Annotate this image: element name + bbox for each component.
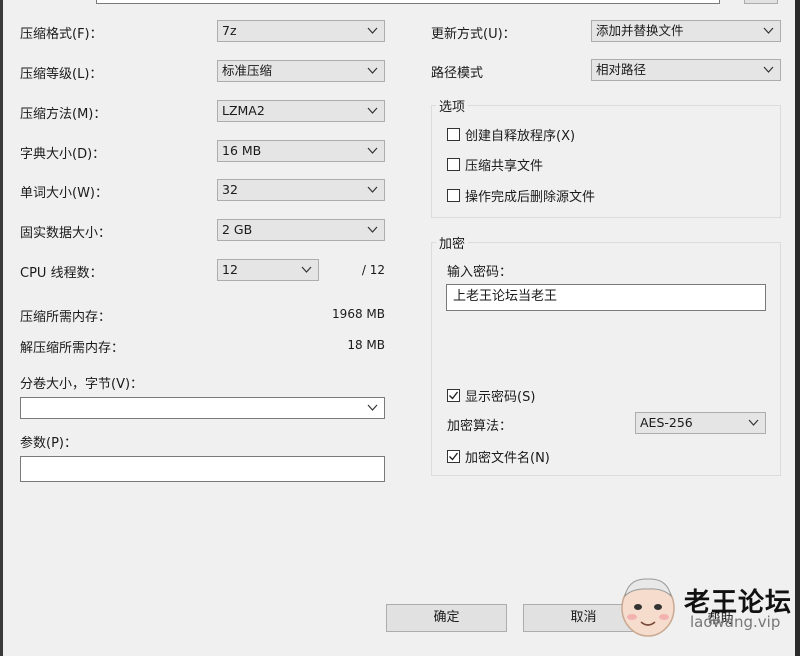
compression-memory-label: 压缩所需内存： — [20, 310, 112, 325]
window-edge — [795, 0, 800, 656]
volume-size-combobox[interactable] — [20, 397, 385, 419]
chevron-down-icon — [301, 266, 312, 273]
cpu-threads-max: / 12 — [361, 263, 385, 277]
chevron-down-icon — [763, 66, 774, 73]
compression-memory-value: 1968 MB — [332, 307, 385, 321]
decompression-memory-value: 18 MB — [347, 338, 385, 352]
password-label: 输入密码： — [447, 265, 513, 280]
update-mode-value: 添加并替换文件 — [596, 23, 684, 38]
word-size-select[interactable]: 32 — [217, 179, 385, 201]
checkbox-show-password-box[interactable] — [447, 389, 460, 402]
chevron-down-icon — [748, 419, 759, 426]
cpu-threads-value: 12 — [222, 262, 238, 277]
format-value: 7z — [222, 23, 237, 38]
watermark-url: laowang.vip — [690, 613, 781, 631]
checkbox-encrypt-names-box[interactable] — [447, 450, 460, 463]
path-mode-label: 路径模式 — [431, 66, 484, 81]
chevron-down-icon — [763, 27, 774, 34]
encryption-group-title: 加密 — [436, 233, 469, 252]
encrypt-names-checkbox[interactable]: 加密文件名(N) — [447, 447, 550, 466]
dictionary-select[interactable]: 16 MB — [217, 140, 385, 162]
delete-after-label: 操作完成后删除源文件 — [465, 190, 596, 205]
checkbox-sfx-box[interactable] — [447, 128, 460, 141]
encryption-method-label: 加密算法： — [447, 419, 513, 434]
watermark-avatar-icon — [615, 574, 681, 640]
parameters-label: 参数(P)： — [20, 436, 77, 451]
password-input[interactable]: 上老王论坛当老王 — [446, 284, 766, 311]
method-value: LZMA2 — [222, 103, 265, 118]
level-select[interactable]: 标准压缩 — [217, 60, 385, 82]
update-mode-select[interactable]: 添加并替换文件 — [591, 20, 781, 42]
level-label: 压缩等级(L)： — [20, 67, 103, 82]
checkmark-icon — [449, 391, 459, 400]
encryption-method-select[interactable]: AES-256 — [635, 412, 766, 434]
path-mode-select[interactable]: 相对路径 — [591, 59, 781, 81]
solid-block-select[interactable]: 2 GB — [217, 219, 385, 241]
ok-button[interactable]: 确定 — [386, 604, 507, 632]
checkbox-shared-box[interactable] — [447, 158, 460, 171]
volume-size-label: 分卷大小，字节(V)： — [20, 377, 144, 392]
chevron-down-icon — [367, 107, 378, 114]
format-label: 压缩格式(F)： — [20, 27, 103, 42]
cpu-threads-label: CPU 线程数： — [20, 266, 103, 281]
dictionary-value: 16 MB — [222, 143, 262, 158]
encrypt-names-label: 加密文件名(N) — [465, 451, 550, 466]
method-select[interactable]: LZMA2 — [217, 100, 385, 122]
chevron-down-icon — [367, 226, 378, 233]
shared-files-checkbox[interactable]: 压缩共享文件 — [447, 155, 543, 174]
chevron-down-icon — [367, 67, 378, 74]
dictionary-label: 字典大小(D)： — [20, 147, 106, 162]
archive-path-field-partial[interactable] — [96, 0, 720, 4]
browse-button-partial[interactable] — [744, 0, 778, 4]
chevron-down-icon — [367, 404, 378, 411]
window-edge-left — [0, 0, 3, 656]
solid-block-label: 固实数据大小： — [20, 226, 112, 241]
path-mode-value: 相对路径 — [596, 62, 647, 77]
decompression-memory-label: 解压缩所需内存： — [20, 341, 125, 356]
level-value: 标准压缩 — [222, 63, 273, 78]
delete-after-checkbox[interactable]: 操作完成后删除源文件 — [447, 186, 595, 205]
show-password-checkbox[interactable]: 显示密码(S) — [447, 386, 535, 405]
format-select[interactable]: 7z — [217, 20, 385, 42]
word-size-label: 单词大小(W)： — [20, 186, 108, 201]
word-size-value: 32 — [222, 182, 238, 197]
show-password-label: 显示密码(S) — [465, 390, 536, 405]
chevron-down-icon — [367, 27, 378, 34]
solid-block-value: 2 GB — [222, 222, 253, 237]
sfx-checkbox[interactable]: 创建自释放程序(X) — [447, 125, 575, 144]
shared-files-label: 压缩共享文件 — [465, 159, 544, 174]
options-group-title: 选项 — [436, 96, 469, 115]
encryption-method-value: AES-256 — [640, 415, 693, 430]
chevron-down-icon — [367, 186, 378, 193]
chevron-down-icon — [367, 147, 378, 154]
parameters-input[interactable] — [20, 456, 385, 482]
cpu-threads-select[interactable]: 12 — [217, 259, 319, 281]
update-mode-label: 更新方式(U)： — [431, 27, 516, 42]
checkmark-icon — [449, 452, 459, 461]
sfx-label: 创建自释放程序(X) — [465, 129, 576, 144]
checkbox-delete-box[interactable] — [447, 189, 460, 202]
method-label: 压缩方法(M)： — [20, 107, 107, 122]
